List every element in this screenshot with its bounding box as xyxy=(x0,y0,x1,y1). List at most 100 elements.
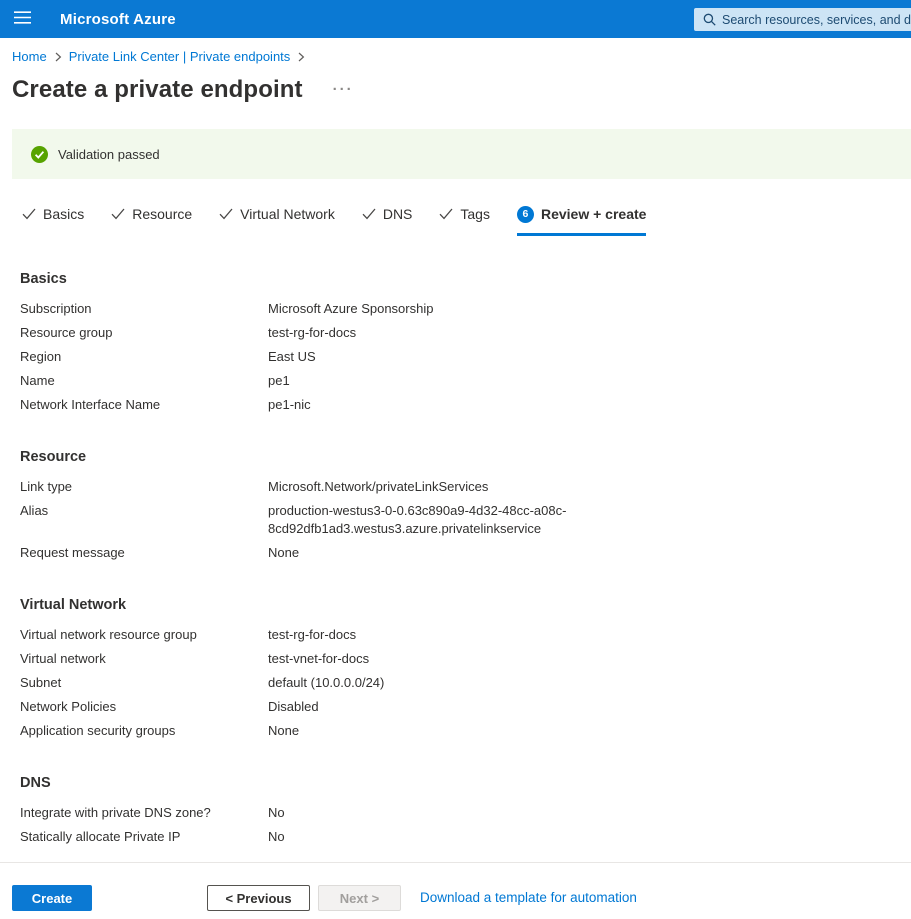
previous-button[interactable]: < Previous xyxy=(207,885,310,911)
field-value: pe1 xyxy=(268,372,290,390)
field-label: Network Policies xyxy=(20,698,268,716)
field-value: No xyxy=(268,828,285,846)
section-heading: DNS xyxy=(20,774,911,792)
tab-resource[interactable]: Resource xyxy=(111,204,192,236)
azure-brand-title[interactable]: Microsoft Azure xyxy=(60,11,176,28)
next-button[interactable]: Next > xyxy=(318,885,401,911)
field-label: Subscription xyxy=(20,300,268,318)
field-label: Virtual network resource group xyxy=(20,626,268,644)
tab-label: Tags xyxy=(460,204,490,224)
wizard-tabs: Basics Resource Virtual Network DNS Tags… xyxy=(22,204,911,236)
checkmark-icon xyxy=(22,208,36,220)
hamburger-icon xyxy=(14,11,31,27)
section-heading: Resource xyxy=(20,448,911,466)
section-basics: Basics Subscription Microsoft Azure Spon… xyxy=(20,270,911,414)
checkmark-icon xyxy=(111,208,125,220)
review-row: Network Interface Name pe1-nic xyxy=(20,396,911,414)
field-label: Alias xyxy=(20,502,268,538)
field-value: test-vnet-for-docs xyxy=(268,650,369,668)
field-label: Subnet xyxy=(20,674,268,692)
title-row: Create a private endpoint ··· xyxy=(12,76,911,104)
field-label: Request message xyxy=(20,544,268,562)
section-heading: Basics xyxy=(20,270,911,288)
section-rows: Virtual network resource group test-rg-f… xyxy=(20,626,911,740)
review-row: Virtual network resource group test-rg-f… xyxy=(20,626,911,644)
field-value: production-westus3-0-0.63c890a9-4d32-48c… xyxy=(268,502,580,538)
validation-banner-text: Validation passed xyxy=(58,147,160,162)
breadcrumb-link-home[interactable]: Home xyxy=(12,49,47,64)
hamburger-menu-button[interactable] xyxy=(0,0,44,38)
field-value: East US xyxy=(268,348,316,366)
field-value: No xyxy=(268,804,285,822)
global-search-box[interactable] xyxy=(694,8,911,31)
top-bar: Microsoft Azure xyxy=(0,0,911,38)
field-value: None xyxy=(268,722,299,740)
field-value: None xyxy=(268,544,299,562)
field-label: Virtual network xyxy=(20,650,268,668)
field-value: default (10.0.0.0/24) xyxy=(268,674,384,692)
tab-virtual-network[interactable]: Virtual Network xyxy=(219,204,335,236)
review-row: Region East US xyxy=(20,348,911,366)
tab-tags[interactable]: Tags xyxy=(439,204,490,236)
review-row: Integrate with private DNS zone? No xyxy=(20,804,911,822)
review-row: Resource group test-rg-for-docs xyxy=(20,324,911,342)
checkmark-circle-icon xyxy=(31,146,48,163)
checkmark-icon xyxy=(362,208,376,220)
review-row: Link type Microsoft.Network/privateLinkS… xyxy=(20,478,911,496)
tab-dns[interactable]: DNS xyxy=(362,204,413,236)
field-label: Region xyxy=(20,348,268,366)
create-button[interactable]: Create xyxy=(12,885,92,911)
tab-label: DNS xyxy=(383,204,413,224)
section-virtual-network: Virtual Network Virtual network resource… xyxy=(20,596,911,740)
section-rows: Integrate with private DNS zone? No Stat… xyxy=(20,804,911,846)
validation-banner: Validation passed xyxy=(12,129,911,179)
tab-label: Resource xyxy=(132,204,192,224)
field-label: Network Interface Name xyxy=(20,396,268,414)
field-label: Statically allocate Private IP xyxy=(20,828,268,846)
checkmark-icon xyxy=(219,208,233,220)
field-label: Integrate with private DNS zone? xyxy=(20,804,268,822)
field-value: pe1-nic xyxy=(268,396,311,414)
review-row: Subnet default (10.0.0.0/24) xyxy=(20,674,911,692)
review-content: Basics Subscription Microsoft Azure Spon… xyxy=(20,270,911,846)
tab-label: Review + create xyxy=(541,204,646,224)
section-rows: Link type Microsoft.Network/privateLinkS… xyxy=(20,478,911,562)
search-icon xyxy=(703,13,716,26)
chevron-right-icon xyxy=(54,52,62,62)
tab-basics[interactable]: Basics xyxy=(22,204,84,236)
field-value: test-rg-for-docs xyxy=(268,626,356,644)
field-value: Disabled xyxy=(268,698,319,716)
checkmark-icon xyxy=(439,208,453,220)
step-number-badge: 6 xyxy=(517,206,534,223)
review-row: Name pe1 xyxy=(20,372,911,390)
tab-label: Virtual Network xyxy=(240,204,335,224)
chevron-right-icon xyxy=(297,52,305,62)
more-options-button[interactable]: ··· xyxy=(331,83,356,97)
field-label: Link type xyxy=(20,478,268,496)
review-row: Network Policies Disabled xyxy=(20,698,911,716)
section-resource: Resource Link type Microsoft.Network/pri… xyxy=(20,448,911,562)
field-label: Application security groups xyxy=(20,722,268,740)
wizard-footer: Create < Previous Next > Download a temp… xyxy=(0,862,911,919)
review-row: Virtual network test-vnet-for-docs xyxy=(20,650,911,668)
review-row: Request message None xyxy=(20,544,911,562)
download-template-link[interactable]: Download a template for automation xyxy=(420,885,637,911)
review-row: Subscription Microsoft Azure Sponsorship xyxy=(20,300,911,318)
tab-review-create[interactable]: 6 Review + create xyxy=(517,204,646,236)
field-label: Name xyxy=(20,372,268,390)
section-rows: Subscription Microsoft Azure Sponsorship… xyxy=(20,300,911,414)
page-title: Create a private endpoint xyxy=(12,76,303,104)
section-dns: DNS Integrate with private DNS zone? No … xyxy=(20,774,911,846)
azure-portal-page: Microsoft Azure Home Private Link Center… xyxy=(0,0,911,919)
tab-label: Basics xyxy=(43,204,84,224)
field-value: Microsoft Azure Sponsorship xyxy=(268,300,433,318)
field-value: Microsoft.Network/privateLinkServices xyxy=(268,478,488,496)
review-row: Statically allocate Private IP No xyxy=(20,828,911,846)
section-heading: Virtual Network xyxy=(20,596,911,614)
breadcrumb: Home Private Link Center | Private endpo… xyxy=(12,49,911,64)
breadcrumb-link-private-link-center[interactable]: Private Link Center | Private endpoints xyxy=(69,49,291,64)
search-input[interactable] xyxy=(722,8,911,31)
field-value: test-rg-for-docs xyxy=(268,324,356,342)
review-row: Application security groups None xyxy=(20,722,911,740)
review-row: Alias production-westus3-0-0.63c890a9-4d… xyxy=(20,502,911,538)
